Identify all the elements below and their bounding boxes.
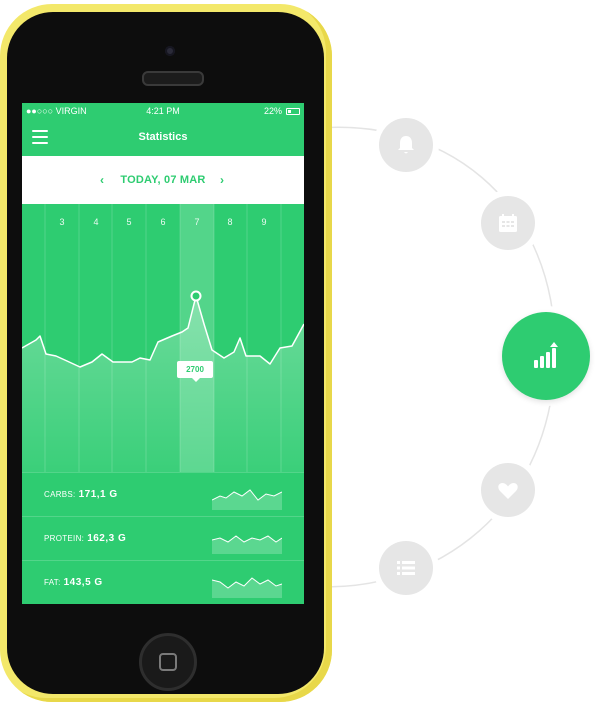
page-title: Statistics xyxy=(138,131,188,143)
day-label[interactable]: 9 xyxy=(254,217,274,227)
day-label-selected[interactable]: 7 xyxy=(187,217,207,227)
home-button[interactable] xyxy=(139,633,197,691)
stat-value-carbs: 171,1 G xyxy=(78,489,118,500)
day-label[interactable]: 3 xyxy=(52,217,72,227)
app-screen: ●●○○○ VIRGIN 4:21 PM 22% Statistics ‹ TO… xyxy=(22,103,304,604)
calendar-nav-button[interactable] xyxy=(475,190,541,256)
home-button-square xyxy=(159,653,177,671)
chart-canvas xyxy=(22,204,304,472)
day-label[interactable]: 5 xyxy=(119,217,139,227)
date-selector: ‹ TODAY, 07 MAR › xyxy=(22,156,304,204)
status-time: 4:21 PM xyxy=(146,106,180,116)
list-nav-button[interactable] xyxy=(373,535,439,601)
list-nav-bg xyxy=(379,541,433,595)
statistics-nav-button[interactable] xyxy=(496,306,595,406)
day-label[interactable]: 4 xyxy=(86,217,106,227)
stat-value-fat: 143,5 G xyxy=(63,577,103,588)
stat-row-carbs[interactable]: CARBS: 171,1 G xyxy=(22,472,304,517)
earpiece-speaker xyxy=(142,71,204,86)
battery-icon xyxy=(286,108,300,115)
stat-label-fat: FAT: 143,5 G xyxy=(44,577,103,588)
stat-row-protein[interactable]: PROTEIN: 162,3 G xyxy=(22,516,304,561)
favorites-nav-button[interactable] xyxy=(475,457,541,523)
current-date-label: TODAY, 07 MAR xyxy=(120,174,206,186)
fat-sparkline xyxy=(212,577,282,598)
calendar-nav-bg xyxy=(481,196,535,250)
protein-sparkline xyxy=(212,535,282,554)
heart-icon xyxy=(498,483,518,499)
front-camera xyxy=(165,46,175,56)
statistics-icon xyxy=(534,342,558,368)
status-bar: ●●○○○ VIRGIN 4:21 PM 22% xyxy=(22,103,304,120)
stat-label-carbs: CARBS: 171,1 G xyxy=(44,489,118,500)
stat-label-protein: PROTEIN: 162,3 G xyxy=(44,533,127,544)
next-day-button[interactable]: › xyxy=(220,173,224,187)
bell-icon xyxy=(398,136,414,154)
value-tooltip: 2700 xyxy=(177,361,213,382)
chart-selected-point[interactable] xyxy=(190,290,202,302)
day-label[interactable]: 6 xyxy=(153,217,173,227)
stat-value-protein: 162,3 G xyxy=(87,533,127,544)
stat-row-fat[interactable]: FAT: 143,5 G xyxy=(22,560,304,604)
list-icon xyxy=(397,561,415,575)
chart-area xyxy=(22,296,304,472)
notifications-nav-bg xyxy=(379,118,433,172)
notifications-nav-button[interactable] xyxy=(373,112,439,178)
statistics-chart: 3 4 5 6 7 8 9 2700 xyxy=(22,204,304,472)
nutrition-stats: CARBS: 171,1 G PROTEIN: 162,3 G FAT: 143,5 … xyxy=(22,472,304,604)
top-navigation-bar: Statistics xyxy=(22,120,304,156)
favorites-nav-bg xyxy=(481,463,535,517)
day-label[interactable]: 8 xyxy=(220,217,240,227)
statistics-nav-bg xyxy=(502,312,590,400)
calendar-icon xyxy=(499,214,517,232)
battery-percent: 22% xyxy=(263,106,282,116)
carbs-sparkline xyxy=(212,489,282,510)
